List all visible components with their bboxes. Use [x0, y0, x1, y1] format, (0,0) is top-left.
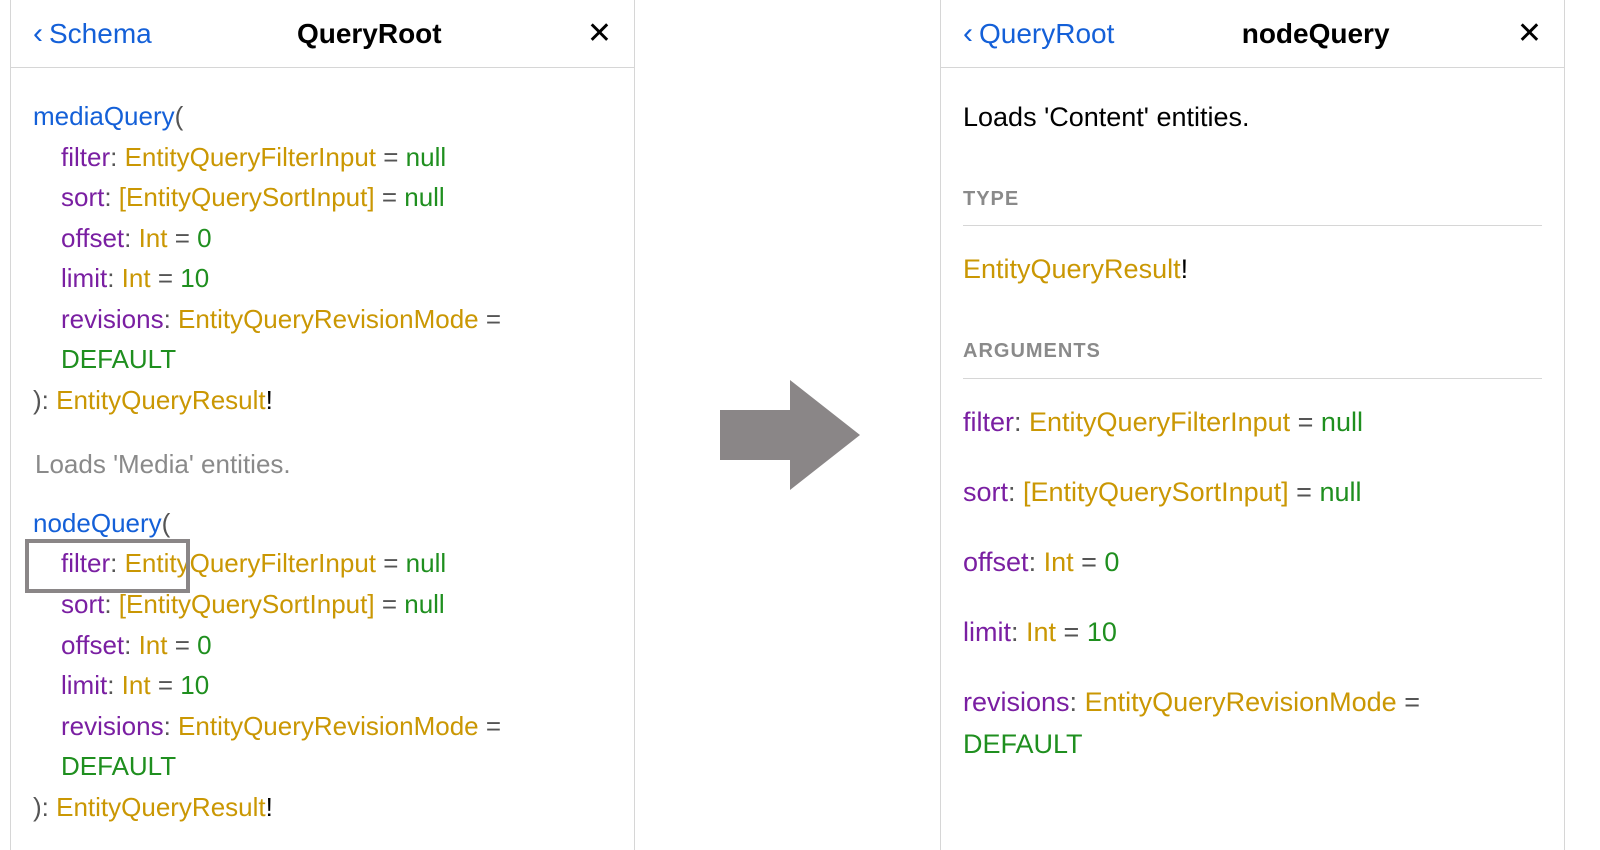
arg-line: revisions: EntityQueryRevisionMode = DEF… [33, 299, 612, 380]
arg-line: sort: [EntityQuerySortInput] = null [33, 177, 612, 218]
section-label-type: TYPE [963, 184, 1542, 226]
panel-title: nodeQuery [1242, 18, 1390, 50]
field-nodeQuery[interactable]: nodeQuery( filter: EntityQueryFilterInpu… [33, 503, 612, 827]
back-button[interactable]: ‹ QueryRoot [963, 17, 1114, 51]
panel-header: ‹ QueryRoot nodeQuery ✕ [941, 0, 1564, 68]
back-label: QueryRoot [979, 18, 1114, 50]
arg-line: sort: [EntityQuerySortInput] = null [33, 584, 612, 625]
arg-line: offset: Int = 0 [33, 218, 612, 259]
panel-header: ‹ Schema QueryRoot ✕ [11, 0, 634, 68]
arg-line: revisions: EntityQueryRevisionMode = DEF… [33, 706, 612, 787]
field-name: mediaQuery [33, 101, 175, 131]
return-type[interactable]: EntityQueryResult! [963, 248, 1542, 290]
section-label-arguments: ARGUMENTS [963, 336, 1542, 378]
field-description: Loads 'Content' entities. [963, 96, 1542, 138]
arg-line: filter: EntityQueryFilterInput = null [33, 543, 612, 584]
field-name: nodeQuery [33, 508, 162, 538]
arrow-right-icon [720, 380, 860, 495]
schema-panel-nodequery: ‹ QueryRoot nodeQuery ✕ Loads 'Content' … [940, 0, 1565, 850]
close-icon[interactable]: ✕ [1517, 16, 1542, 51]
close-icon[interactable]: ✕ [587, 16, 612, 51]
field-description: Loads 'Media' entities. [35, 444, 612, 485]
chevron-left-icon: ‹ [963, 17, 973, 51]
panel-body: Loads 'Content' entities. TYPE EntityQue… [941, 68, 1564, 803]
panel-body: mediaQuery( filter: EntityQueryFilterInp… [11, 68, 634, 837]
arg-line: offset: Int = 0 [33, 625, 612, 666]
back-button[interactable]: ‹ Schema [33, 17, 152, 51]
argument-filter[interactable]: filter: EntityQueryFilterInput = null [963, 401, 1542, 443]
back-label: Schema [49, 18, 152, 50]
arg-line: limit: Int = 10 [33, 665, 612, 706]
arg-line: filter: EntityQueryFilterInput = null [33, 137, 612, 178]
argument-sort[interactable]: sort: [EntityQuerySortInput] = null [963, 471, 1542, 513]
chevron-left-icon: ‹ [33, 17, 43, 51]
argument-revisions[interactable]: revisions: EntityQueryRevisionMode = DEF… [963, 681, 1542, 765]
field-mediaQuery[interactable]: mediaQuery( filter: EntityQueryFilterInp… [33, 96, 612, 420]
arg-line: limit: Int = 10 [33, 258, 612, 299]
argument-offset[interactable]: offset: Int = 0 [963, 541, 1542, 583]
panel-title: QueryRoot [297, 18, 442, 50]
argument-limit[interactable]: limit: Int = 10 [963, 611, 1542, 653]
schema-panel-queryroot: ‹ Schema QueryRoot ✕ mediaQuery( filter:… [10, 0, 635, 850]
